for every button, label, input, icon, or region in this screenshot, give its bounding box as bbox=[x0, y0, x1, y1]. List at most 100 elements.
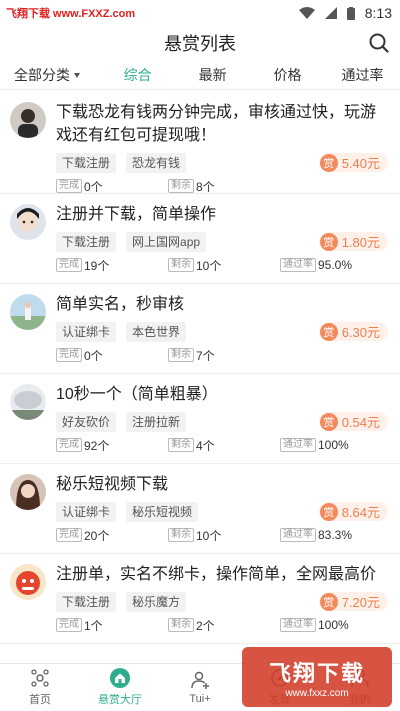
tag-row: 下载注册 网上国网app 赏 1.80元 bbox=[56, 232, 388, 252]
filter-tabs: 全部分类 综合 最新 价格 通过率 bbox=[0, 60, 400, 90]
stat-remain: 剩余 10个 bbox=[168, 527, 221, 544]
task-item[interactable]: 简单实名，秒审核 认证绑卡 本色世界 赏 6.30元 完成 0个 剩余 7个 bbox=[0, 284, 400, 374]
reward-badge: 赏 0.54元 bbox=[318, 412, 388, 431]
task-title: 10秒一个（简单粗暴） bbox=[56, 386, 218, 403]
tag-row: 好友砍价 注册拉新 赏 0.54元 bbox=[56, 412, 388, 432]
tab-label: 最新 bbox=[198, 66, 227, 83]
stat-row: 完成 0个 剩余 7个 bbox=[56, 342, 388, 368]
task-item[interactable]: 注册并下载，简单操作 下载注册 网上国网app 赏 1.80元 完成 19个 剩余… bbox=[0, 194, 400, 284]
nav-home[interactable]: 首页 bbox=[0, 664, 80, 711]
task-title: 简单实名，秒审核 bbox=[56, 296, 185, 313]
task-tag: 秘乐短视频 bbox=[126, 502, 199, 522]
watermark-text: 飞翔下载 www.FXXZ.com bbox=[6, 8, 136, 20]
home-icon bbox=[31, 669, 49, 687]
task-tag: 下载注册 bbox=[56, 232, 117, 252]
title-bar: 悬赏列表 bbox=[0, 26, 400, 60]
reward-icon: 赏 bbox=[319, 592, 338, 611]
search-icon[interactable] bbox=[368, 32, 390, 54]
avatar bbox=[10, 204, 46, 240]
avatar bbox=[10, 474, 46, 510]
task-tag: 注册拉新 bbox=[126, 412, 187, 432]
stat-label: 完成 bbox=[56, 348, 82, 362]
reward-icon: 赏 bbox=[319, 232, 338, 251]
tab-label: 价格 bbox=[273, 66, 302, 83]
stat-row: 完成 19个 剩余 10个 通过率 95.0% bbox=[56, 252, 388, 278]
add-user-icon bbox=[191, 671, 209, 689]
tag-row: 认证绑卡 秘乐短视频 赏 8.64元 bbox=[56, 502, 388, 522]
task-tag: 恐龙有钱 bbox=[126, 153, 187, 173]
stat-label: 剩余 bbox=[168, 438, 194, 452]
stat-label: 完成 bbox=[56, 528, 82, 542]
nav-label: 首页 bbox=[29, 694, 51, 706]
task-tag: 好友砍价 bbox=[56, 412, 117, 432]
wifi-icon bbox=[298, 7, 315, 19]
task-item[interactable]: 下载恐龙有钱两分钟完成，审核通过快，玩游戏还有红包可提现哦！ 下载注册 恐龙有钱… bbox=[0, 92, 400, 194]
avatar bbox=[10, 294, 46, 330]
battery-icon bbox=[346, 6, 355, 20]
stat-label: 完成 bbox=[56, 258, 82, 272]
task-item[interactable]: 10秒一个（简单粗暴） 好友砍价 注册拉新 赏 0.54元 完成 92个 剩余 4个… bbox=[0, 374, 400, 464]
stat-rate: 通过率 100% bbox=[280, 438, 349, 452]
task-item[interactable]: 秘乐短视频下载 认证绑卡 秘乐短视频 赏 8.64元 完成 20个 剩余 10个 通… bbox=[0, 464, 400, 554]
reward-badge: 赏 1.80元 bbox=[318, 232, 388, 251]
stat-value: 20个 bbox=[84, 528, 110, 543]
stat-done: 完成 92个 bbox=[56, 437, 109, 454]
reward-amount: 1.80元 bbox=[341, 235, 380, 250]
stat-remain: 剩余 7个 bbox=[168, 347, 215, 364]
stat-value: 0个 bbox=[84, 348, 103, 363]
stat-rate: 通过率 95.0% bbox=[280, 258, 352, 272]
stat-value: 2个 bbox=[196, 618, 215, 633]
stat-label: 完成 bbox=[56, 618, 82, 632]
task-tag: 下载注册 bbox=[56, 592, 117, 612]
nav-hall[interactable]: 悬赏大厅 bbox=[80, 664, 160, 711]
nav-label: 悬赏大厅 bbox=[98, 694, 142, 706]
tab-all-categories[interactable]: 全部分类 bbox=[0, 65, 100, 85]
stat-label: 通过率 bbox=[280, 618, 316, 632]
stat-label: 完成 bbox=[56, 438, 82, 452]
stat-value: 100% bbox=[318, 618, 349, 632]
stat-label: 剩余 bbox=[168, 618, 194, 632]
stat-value: 100% bbox=[318, 438, 349, 452]
reward-amount: 5.40元 bbox=[341, 156, 380, 171]
stat-done: 完成 0个 bbox=[56, 347, 103, 364]
stat-remain: 剩余 10个 bbox=[168, 257, 221, 274]
stat-value: 83.3% bbox=[318, 528, 353, 542]
reward-badge: 赏 8.64元 bbox=[318, 502, 388, 521]
task-tag: 秘乐魔方 bbox=[126, 592, 187, 612]
reward-amount: 7.20元 bbox=[341, 595, 380, 610]
reward-badge: 赏 6.30元 bbox=[318, 322, 388, 341]
task-item[interactable]: 注册单，实名不绑卡，操作简单，全网最高价 下载注册 秘乐魔方 赏 7.20元 完… bbox=[0, 554, 400, 644]
reward-icon: 赏 bbox=[319, 322, 338, 341]
task-tag: 认证绑卡 bbox=[56, 322, 117, 342]
tab-newest[interactable]: 最新 bbox=[175, 65, 250, 85]
stat-done: 完成 1个 bbox=[56, 617, 103, 634]
avatar bbox=[10, 384, 46, 420]
stat-value: 8个 bbox=[196, 179, 215, 194]
reward-amount: 6.30元 bbox=[341, 325, 380, 340]
task-tag: 本色世界 bbox=[126, 322, 187, 342]
watermark-logo-title: 飞翔下载 bbox=[268, 660, 365, 686]
stat-label: 通过率 bbox=[280, 528, 316, 542]
stat-row: 完成 20个 剩余 10个 通过率 83.3% bbox=[56, 522, 388, 548]
tab-price[interactable]: 价格 bbox=[250, 65, 325, 85]
tag-row: 下载注册 秘乐魔方 赏 7.20元 bbox=[56, 592, 388, 612]
stat-value: 19个 bbox=[84, 258, 110, 273]
stat-label: 完成 bbox=[56, 179, 82, 193]
status-bar: 飞翔下载 www.FXXZ.com 8:13 bbox=[0, 0, 400, 26]
stat-done: 完成 19个 bbox=[56, 257, 109, 274]
reward-icon: 赏 bbox=[319, 412, 338, 431]
avatar bbox=[10, 102, 46, 138]
stat-done: 完成 0个 bbox=[56, 178, 103, 195]
task-list: 下载恐龙有钱两分钟完成，审核通过快，玩游戏还有红包可提现哦！ 下载注册 恐龙有钱… bbox=[0, 92, 400, 663]
nav-tui[interactable]: Tui+ bbox=[160, 664, 240, 711]
task-tag: 下载注册 bbox=[56, 153, 117, 173]
task-title: 秘乐短视频下载 bbox=[56, 476, 169, 493]
tab-comprehensive[interactable]: 综合 bbox=[100, 65, 175, 85]
stat-rate: 通过率 100% bbox=[280, 618, 349, 632]
tab-pass-rate[interactable]: 通过率 bbox=[325, 65, 400, 85]
status-time: 8:13 bbox=[364, 5, 392, 21]
hall-icon bbox=[110, 668, 130, 688]
nav-label: Tui+ bbox=[189, 693, 211, 705]
stat-row: 完成 1个 剩余 2个 通过率 100% bbox=[56, 612, 388, 638]
stat-value: 1个 bbox=[84, 618, 103, 633]
